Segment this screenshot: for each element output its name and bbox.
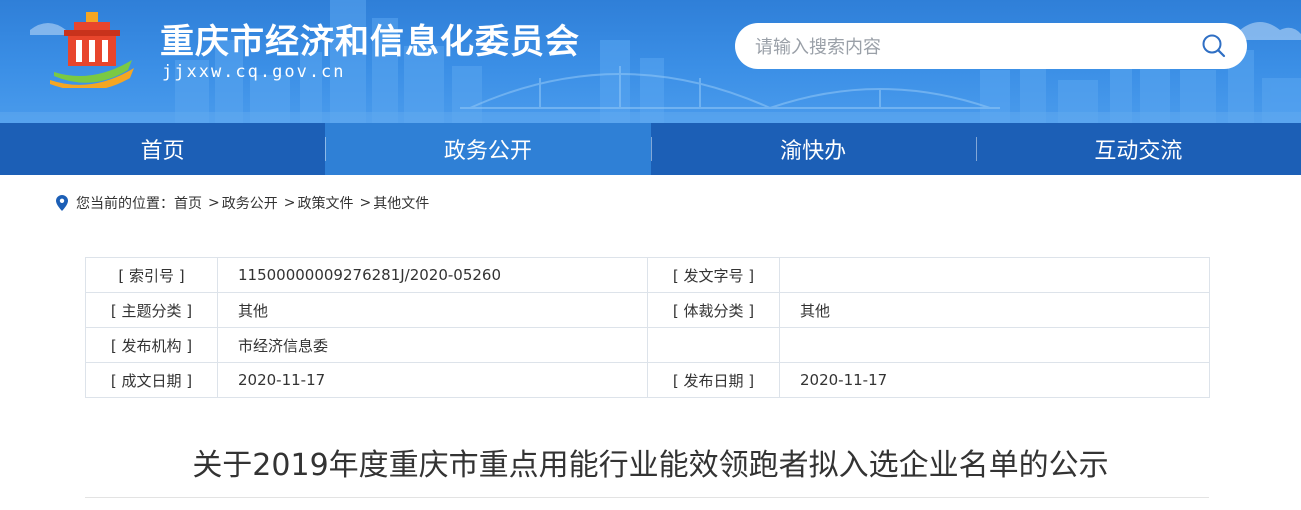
- location-pin-icon: [56, 195, 68, 211]
- breadcrumb-link-other-documents[interactable]: 其他文件: [373, 193, 429, 213]
- nav-item-label: 互动交流: [1094, 139, 1183, 164]
- document-number-label: [ 发文字号 ]: [647, 257, 780, 293]
- genre-category-value: 其他: [779, 292, 1210, 328]
- publish-date-label: [ 发布日期 ]: [647, 362, 780, 398]
- written-date-label: [ 成文日期 ]: [85, 362, 218, 398]
- document-info-table: [ 索引号 ] 11500000009276281J/2020-05260 [ …: [85, 257, 1210, 398]
- search-input[interactable]: [753, 31, 1187, 63]
- publishing-agency-label: [ 发布机构 ]: [85, 327, 218, 363]
- site-domain: jjxxw.cq.gov.cn: [162, 62, 346, 82]
- title-divider: [85, 497, 1209, 498]
- index-number-value: 11500000009276281J/2020-05260: [217, 257, 648, 293]
- empty-value-cell: [779, 327, 1210, 363]
- nav-item-government-affairs[interactable]: 政务公开: [325, 123, 651, 175]
- breadcrumb-separator: >: [208, 195, 220, 211]
- nav-item-home[interactable]: 首页: [0, 123, 325, 175]
- site-title: 重庆市经济和信息化委员会: [160, 22, 580, 62]
- breadcrumb-link-policy-documents[interactable]: 政策文件: [297, 193, 353, 213]
- document-number-value: [779, 257, 1210, 293]
- publishing-agency-value: 市经济信息委: [217, 327, 648, 363]
- breadcrumb-separator: >: [283, 195, 296, 211]
- publish-date-value: 2020-11-17: [779, 362, 1210, 398]
- search-box[interactable]: [735, 23, 1247, 69]
- nav-item-label: 政务公开: [443, 139, 532, 164]
- table-row: [ 索引号 ] 11500000009276281J/2020-05260 [ …: [85, 257, 1210, 293]
- table-row: [ 发布机构 ] 市经济信息委: [85, 327, 1210, 363]
- table-row: [ 主题分类 ] 其他 [ 体裁分类 ] 其他: [85, 292, 1210, 328]
- index-number-label: [ 索引号 ]: [85, 257, 218, 293]
- topic-category-label: [ 主题分类 ]: [85, 292, 218, 328]
- nav-item-label: 首页: [140, 139, 185, 164]
- empty-label-cell: [647, 327, 780, 363]
- breadcrumb-prefix: 您当前的位置：: [76, 196, 174, 212]
- breadcrumb-link-home[interactable]: 首页: [174, 193, 202, 213]
- article-title: 关于2019年度重庆市重点用能行业能效领跑者拟入选企业名单的公示: [192, 448, 1109, 483]
- breadcrumb-separator: >: [359, 195, 372, 211]
- nav-item-yukuaiban[interactable]: 渝快办: [650, 123, 976, 175]
- breadcrumb: 您当前的位置： 首页 > 政务公开 > 政策文件 > 其他文件: [56, 193, 429, 213]
- nav-item-label: 渝快办: [780, 139, 847, 164]
- topic-category-value: 其他: [217, 292, 648, 328]
- main-nav: 首页 政务公开 渝快办 互动交流: [0, 123, 1301, 175]
- written-date-value: 2020-11-17: [217, 362, 648, 398]
- genre-category-label: [ 体裁分类 ]: [647, 292, 780, 328]
- breadcrumb-link-government-affairs[interactable]: 政务公开: [222, 193, 278, 213]
- site-logo: [50, 12, 134, 88]
- table-row: [ 成文日期 ] 2020-11-17 [ 发布日期 ] 2020-11-17: [85, 362, 1210, 398]
- nav-item-interaction[interactable]: 互动交流: [975, 123, 1301, 175]
- header-banner: 重庆市经济和信息化委员会 jjxxw.cq.gov.cn: [0, 0, 1301, 123]
- search-icon[interactable]: [1201, 33, 1227, 59]
